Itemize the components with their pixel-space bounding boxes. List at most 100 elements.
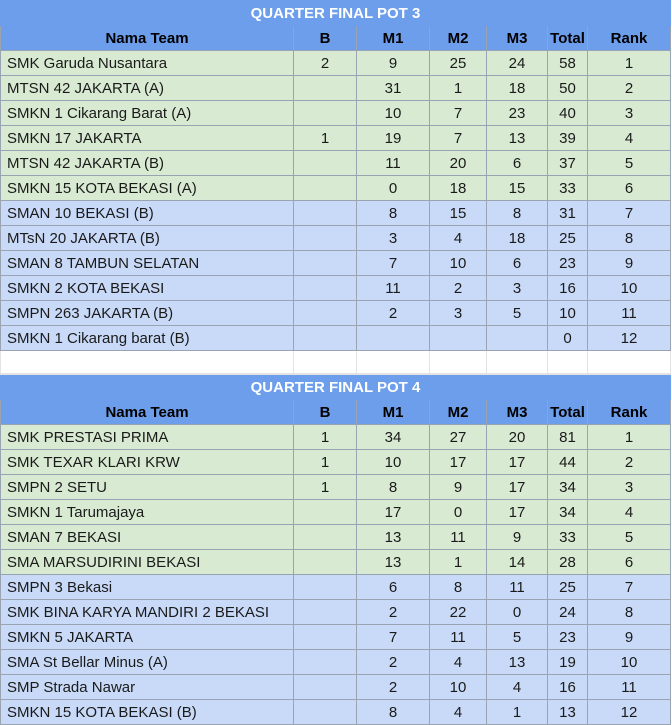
b-cell[interactable]: [293, 75, 357, 101]
total-cell[interactable]: 44: [547, 449, 588, 475]
m2-cell[interactable]: 4: [429, 225, 487, 251]
m2-cell[interactable]: [429, 325, 487, 351]
empty-cell[interactable]: [293, 350, 357, 374]
b-cell[interactable]: 1: [293, 474, 357, 500]
m1-cell[interactable]: 7: [356, 624, 430, 650]
team-name-cell[interactable]: MTSN 42 JAKARTA (B): [0, 150, 294, 176]
m2-cell[interactable]: 10: [429, 250, 487, 276]
rank-cell[interactable]: 7: [587, 574, 671, 600]
empty-cell[interactable]: [547, 350, 588, 374]
m3-cell[interactable]: 24: [486, 50, 548, 76]
m2-cell[interactable]: 27: [429, 424, 487, 450]
m3-cell[interactable]: 17: [486, 474, 548, 500]
total-cell[interactable]: 81: [547, 424, 588, 450]
m1-cell[interactable]: 13: [356, 524, 430, 550]
m3-cell[interactable]: 18: [486, 225, 548, 251]
team-name-cell[interactable]: MTSN 42 JAKARTA (A): [0, 75, 294, 101]
team-name-cell[interactable]: SMAN 10 BEKASI (B): [0, 200, 294, 226]
m3-cell[interactable]: 13: [486, 125, 548, 151]
total-cell[interactable]: 13: [547, 699, 588, 725]
m3-cell[interactable]: 5: [486, 300, 548, 326]
team-name-cell[interactable]: SMKN 17 JAKARTA: [0, 125, 294, 151]
rank-cell[interactable]: 10: [587, 649, 671, 675]
m1-cell[interactable]: 34: [356, 424, 430, 450]
team-name-cell[interactable]: MTsN 20 JAKARTA (B): [0, 225, 294, 251]
rank-cell[interactable]: 9: [587, 624, 671, 650]
m1-cell[interactable]: 8: [356, 699, 430, 725]
rank-cell[interactable]: 3: [587, 474, 671, 500]
b-cell[interactable]: 1: [293, 449, 357, 475]
m2-cell[interactable]: 4: [429, 649, 487, 675]
m1-cell[interactable]: 2: [356, 649, 430, 675]
m3-cell[interactable]: 4: [486, 674, 548, 700]
team-name-cell[interactable]: SMKN 15 KOTA BEKASI (A): [0, 175, 294, 201]
m2-cell[interactable]: 15: [429, 200, 487, 226]
m1-cell[interactable]: 7: [356, 250, 430, 276]
m1-cell[interactable]: 8: [356, 200, 430, 226]
m1-cell[interactable]: 0: [356, 175, 430, 201]
m2-cell[interactable]: 4: [429, 699, 487, 725]
total-cell[interactable]: 39: [547, 125, 588, 151]
rank-cell[interactable]: 10: [587, 275, 671, 301]
m3-cell[interactable]: 6: [486, 150, 548, 176]
team-name-cell[interactable]: SMKN 15 KOTA BEKASI (B): [0, 699, 294, 725]
m1-cell[interactable]: 2: [356, 599, 430, 625]
total-cell[interactable]: 19: [547, 649, 588, 675]
m2-cell[interactable]: 0: [429, 499, 487, 525]
total-cell[interactable]: 23: [547, 624, 588, 650]
rank-cell[interactable]: 12: [587, 699, 671, 725]
b-cell[interactable]: [293, 524, 357, 550]
b-cell[interactable]: [293, 100, 357, 126]
m2-cell[interactable]: 1: [429, 549, 487, 575]
m1-cell[interactable]: 31: [356, 75, 430, 101]
total-cell[interactable]: 24: [547, 599, 588, 625]
rank-cell[interactable]: 6: [587, 549, 671, 575]
m3-cell[interactable]: 23: [486, 100, 548, 126]
m2-cell[interactable]: 20: [429, 150, 487, 176]
rank-cell[interactable]: 11: [587, 674, 671, 700]
rank-cell[interactable]: 3: [587, 100, 671, 126]
m3-cell[interactable]: 3: [486, 275, 548, 301]
team-name-cell[interactable]: SMKN 1 Cikarang Barat (A): [0, 100, 294, 126]
b-cell[interactable]: [293, 624, 357, 650]
m2-cell[interactable]: 7: [429, 125, 487, 151]
m1-cell[interactable]: 3: [356, 225, 430, 251]
m3-cell[interactable]: 0: [486, 599, 548, 625]
m1-cell[interactable]: 13: [356, 549, 430, 575]
team-name-cell[interactable]: SMPN 2 SETU: [0, 474, 294, 500]
b-cell[interactable]: [293, 175, 357, 201]
total-cell[interactable]: 23: [547, 250, 588, 276]
total-cell[interactable]: 25: [547, 574, 588, 600]
total-cell[interactable]: 25: [547, 225, 588, 251]
team-name-cell[interactable]: SMK Garuda Nusantara: [0, 50, 294, 76]
total-cell[interactable]: 10: [547, 300, 588, 326]
rank-cell[interactable]: 2: [587, 449, 671, 475]
m3-cell[interactable]: 9: [486, 524, 548, 550]
empty-cell[interactable]: [0, 350, 294, 374]
rank-cell[interactable]: 4: [587, 125, 671, 151]
b-cell[interactable]: [293, 574, 357, 600]
m2-cell[interactable]: 22: [429, 599, 487, 625]
m2-cell[interactable]: 7: [429, 100, 487, 126]
rank-cell[interactable]: 8: [587, 225, 671, 251]
b-cell[interactable]: [293, 674, 357, 700]
m2-cell[interactable]: 18: [429, 175, 487, 201]
m1-cell[interactable]: 10: [356, 100, 430, 126]
b-cell[interactable]: [293, 150, 357, 176]
rank-cell[interactable]: 11: [587, 300, 671, 326]
team-name-cell[interactable]: SMKN 1 Cikarang barat (B): [0, 325, 294, 351]
rank-cell[interactable]: 6: [587, 175, 671, 201]
total-cell[interactable]: 50: [547, 75, 588, 101]
total-cell[interactable]: 31: [547, 200, 588, 226]
team-name-cell[interactable]: SMK BINA KARYA MANDIRI 2 BEKASI: [0, 599, 294, 625]
m1-cell[interactable]: 19: [356, 125, 430, 151]
total-cell[interactable]: 33: [547, 524, 588, 550]
m2-cell[interactable]: 11: [429, 624, 487, 650]
m1-cell[interactable]: 2: [356, 674, 430, 700]
team-name-cell[interactable]: SMK TEXAR KLARI KRW: [0, 449, 294, 475]
m3-cell[interactable]: 11: [486, 574, 548, 600]
m3-cell[interactable]: 1: [486, 699, 548, 725]
m2-cell[interactable]: 10: [429, 674, 487, 700]
m1-cell[interactable]: 6: [356, 574, 430, 600]
team-name-cell[interactable]: SMKN 5 JAKARTA: [0, 624, 294, 650]
